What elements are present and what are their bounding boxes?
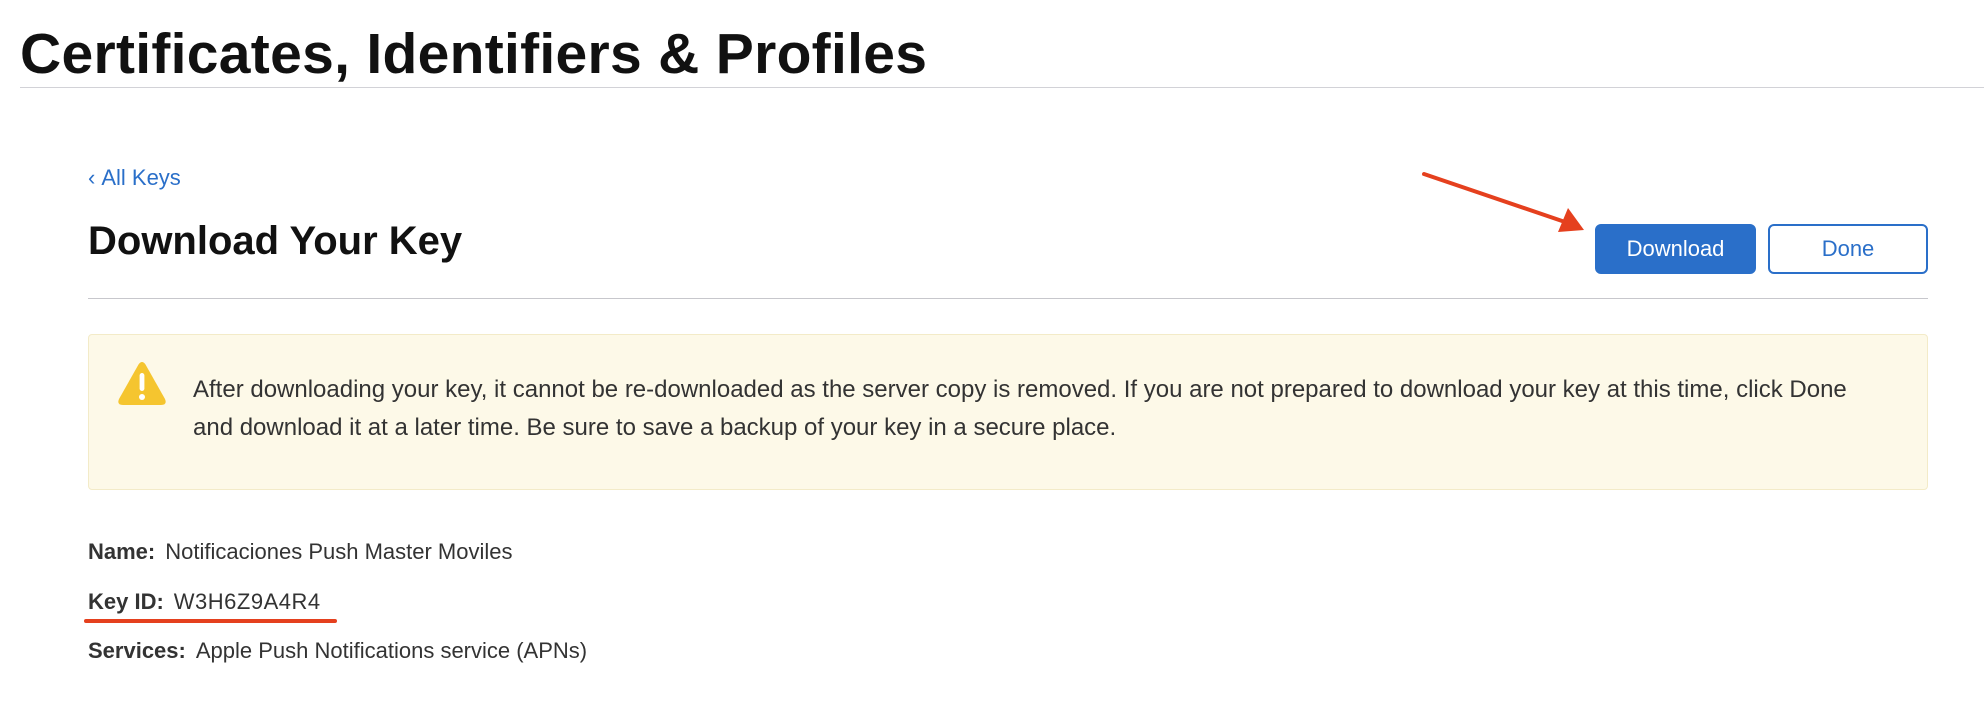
key-id-highlight-underline bbox=[84, 619, 337, 623]
key-services-value: Apple Push Notifications service (APNs) bbox=[195, 638, 588, 663]
back-to-all-keys-link[interactable]: ‹ All Keys bbox=[88, 164, 181, 192]
back-link-label: All Keys bbox=[101, 165, 181, 190]
section-divider bbox=[88, 298, 1928, 299]
key-name-row: Name: Notificaciones Push Master Moviles bbox=[88, 538, 513, 566]
key-id-label: Key ID: bbox=[88, 589, 164, 614]
key-name-label: Name: bbox=[88, 539, 156, 564]
key-name-value: Notificaciones Push Master Moviles bbox=[165, 539, 513, 564]
warning-message: After downloading your key, it cannot be… bbox=[193, 376, 1847, 441]
section-title: Download Your Key bbox=[88, 219, 463, 263]
download-button[interactable]: Download bbox=[1595, 224, 1756, 274]
key-services-row: Services: Apple Push Notifications servic… bbox=[88, 637, 587, 665]
key-services-label: Services: bbox=[88, 638, 186, 663]
warning-banner: After downloading your key, it cannot be… bbox=[88, 334, 1928, 490]
key-id-value: W3H6Z9A4R4 bbox=[173, 589, 321, 614]
done-button[interactable]: Done bbox=[1768, 224, 1928, 274]
chevron-left-icon: ‹ bbox=[88, 165, 96, 190]
page-title: Certificates, Identifiers & Profiles bbox=[20, 22, 928, 86]
header-divider bbox=[20, 87, 1984, 88]
key-id-row: Key ID: W3H6Z9A4R4 bbox=[88, 588, 321, 616]
warning-triangle-icon bbox=[118, 362, 166, 405]
annotation-arrow-icon bbox=[1422, 172, 1584, 232]
